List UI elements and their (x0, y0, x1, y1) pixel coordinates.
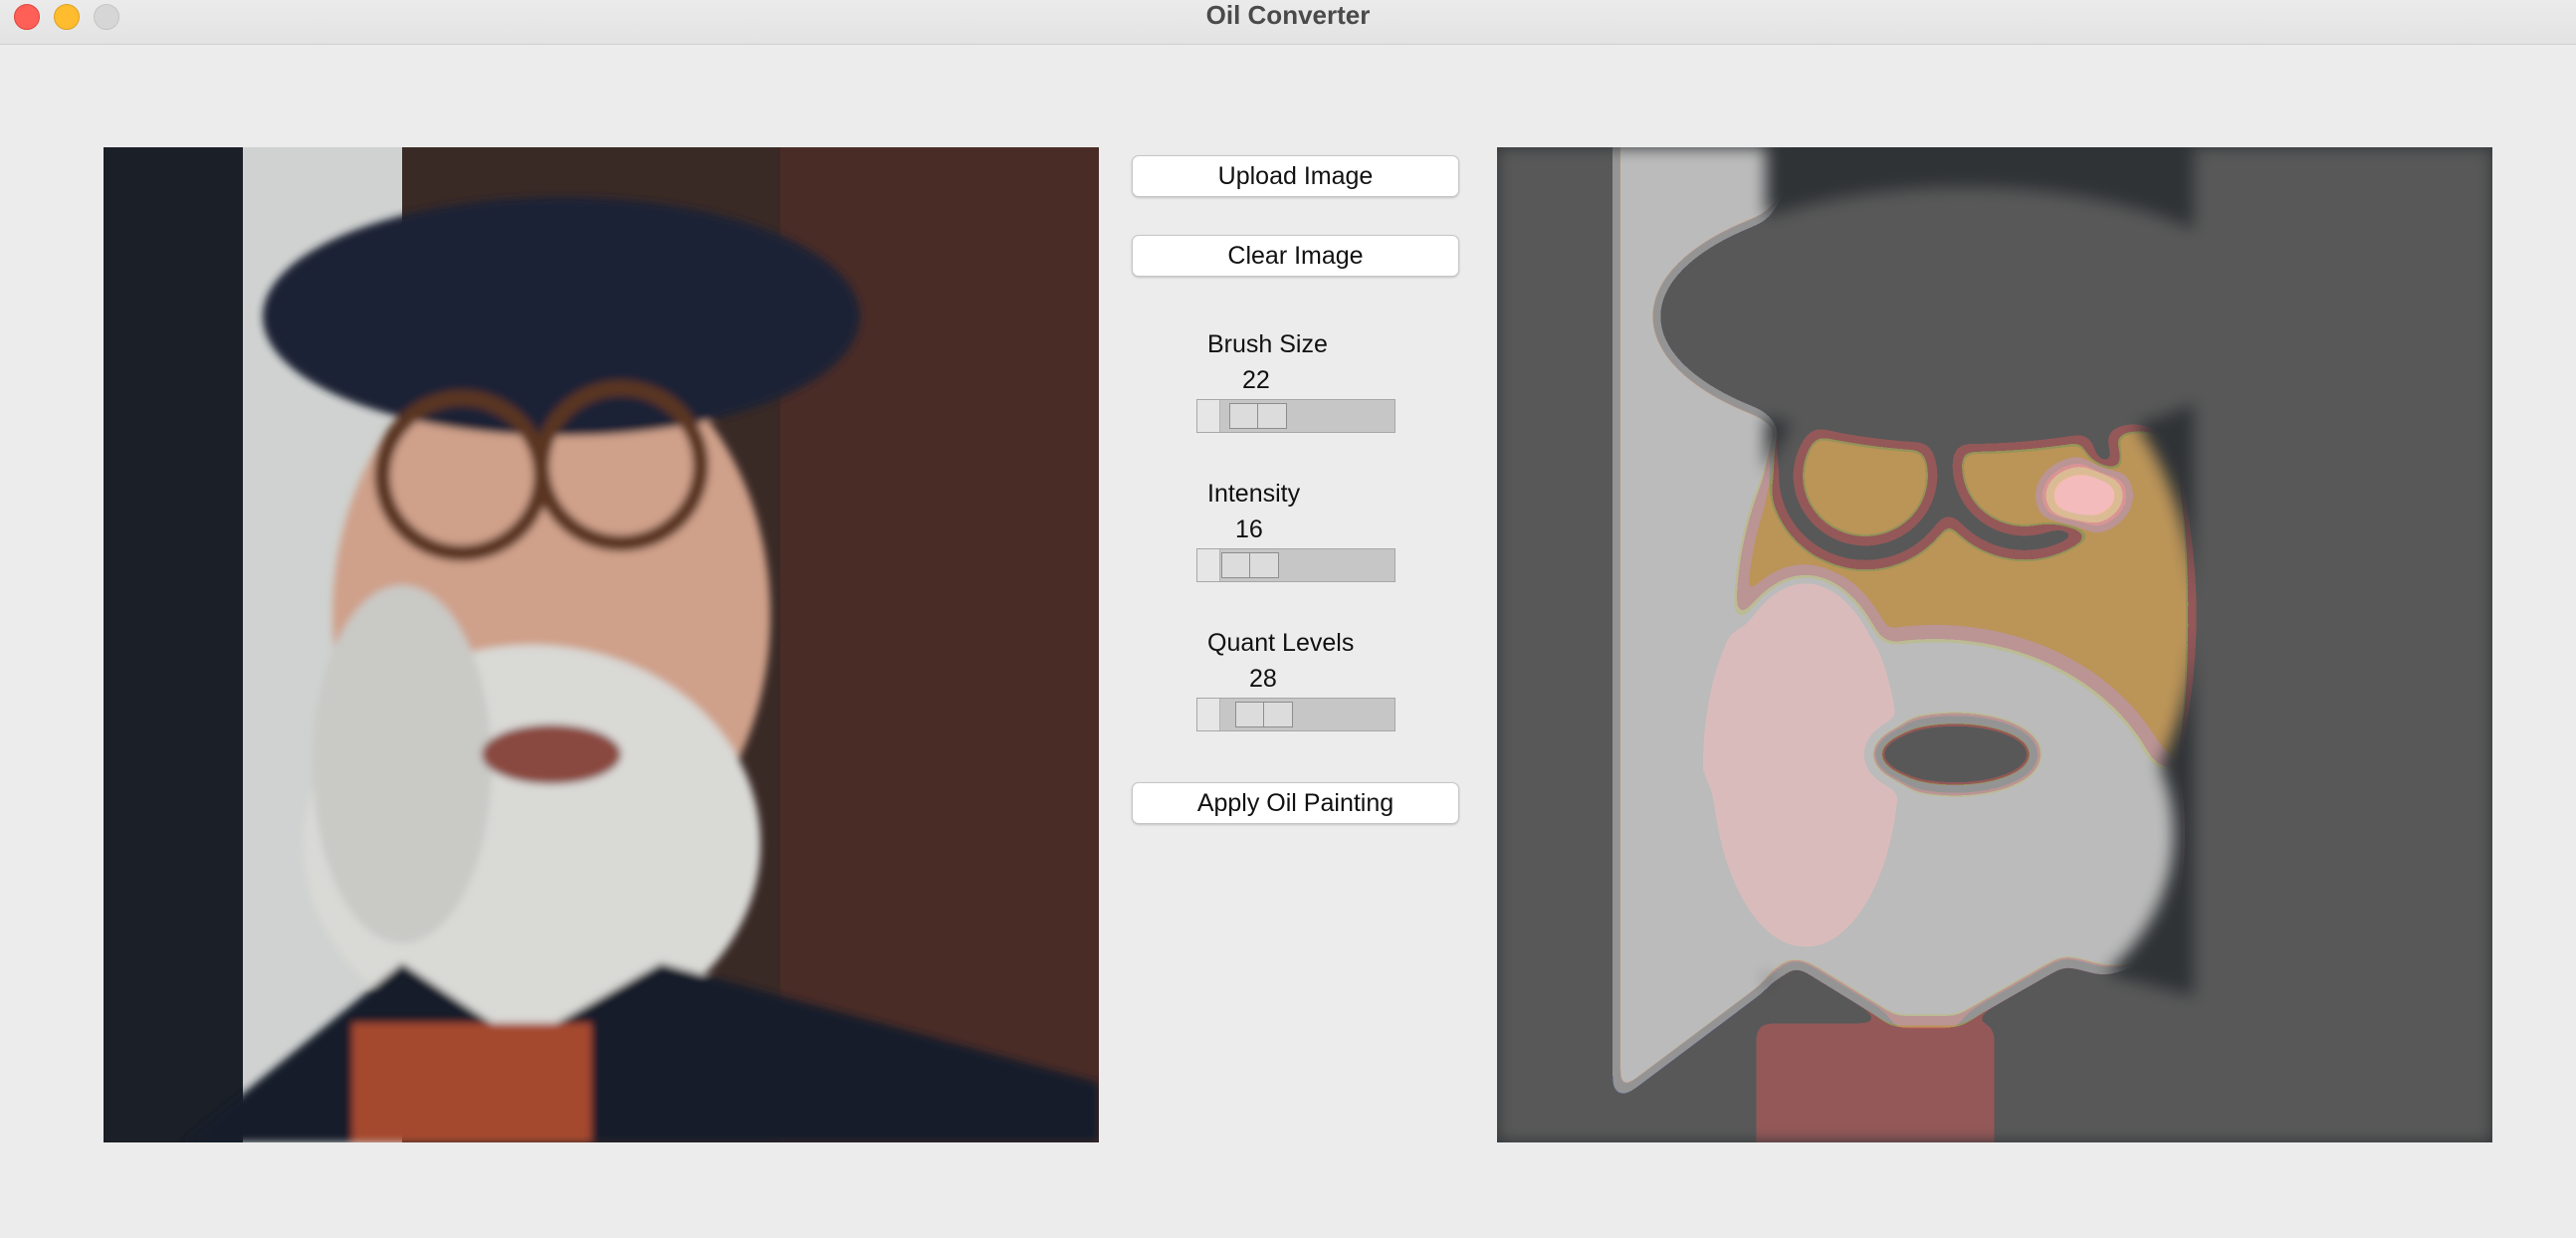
slider-trough (1197, 549, 1220, 581)
brush-size-label: Brush Size (1207, 330, 1328, 358)
oil-painting-image (1497, 147, 2492, 1142)
intensity-value: 16 (1235, 516, 1263, 543)
intensity-slider-thumb[interactable] (1221, 552, 1279, 578)
original-image (104, 147, 1099, 1142)
brush-size-value: 22 (1242, 366, 1270, 394)
slider-trough (1197, 400, 1220, 432)
quant-levels-slider-thumb[interactable] (1235, 702, 1293, 727)
slider-trough (1197, 699, 1220, 730)
quant-levels-slider[interactable] (1196, 698, 1395, 731)
window-title: Oil Converter (1205, 0, 1371, 30)
quant-levels-label: Quant Levels (1207, 629, 1355, 657)
intensity-label: Intensity (1207, 480, 1301, 508)
intensity-slider[interactable] (1196, 548, 1395, 582)
title-bar: Oil Converter (0, 0, 2576, 45)
quant-levels-value: 28 (1249, 665, 1277, 693)
upload-image-button[interactable]: Upload Image (1132, 155, 1459, 197)
brush-size-slider-thumb[interactable] (1229, 403, 1287, 429)
apply-oil-painting-button[interactable]: Apply Oil Painting (1132, 782, 1459, 824)
clear-image-button[interactable]: Clear Image (1132, 235, 1459, 277)
brush-size-slider[interactable] (1196, 399, 1395, 433)
